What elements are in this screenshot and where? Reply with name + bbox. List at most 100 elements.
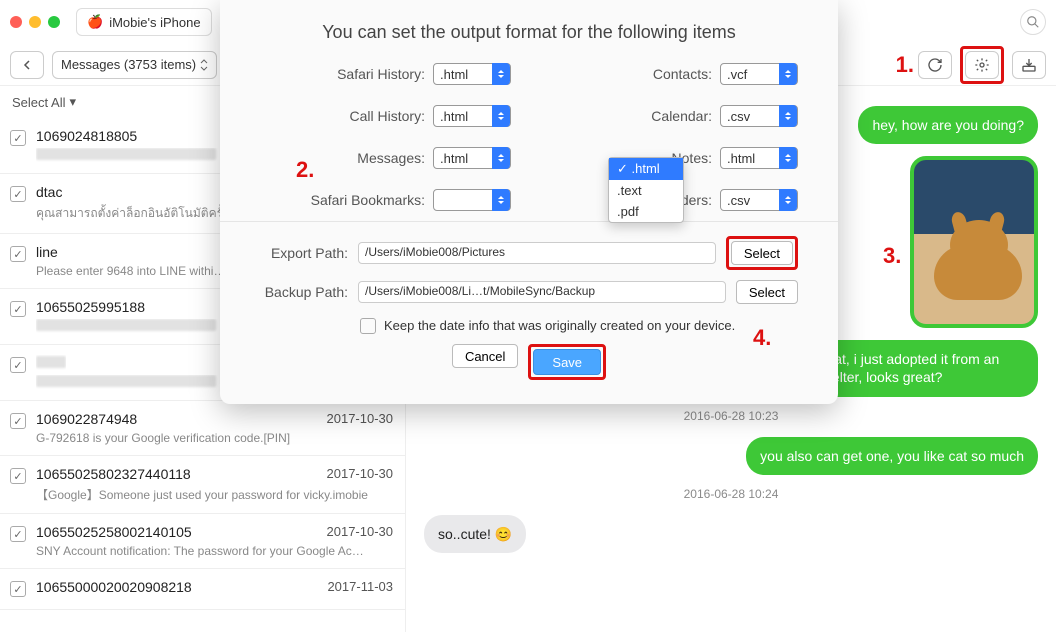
format-select[interactable]: .html (433, 63, 511, 85)
annotation-1: 1. (896, 52, 914, 78)
annotation-4: 4. (753, 325, 771, 351)
format-value: .csv (727, 109, 750, 124)
chevron-down-icon: ▾ (69, 94, 76, 110)
select-export-path-button[interactable]: Select (731, 241, 793, 265)
export-settings-dialog: You can set the output format for the fo… (220, 0, 838, 404)
keep-date-label: Keep the date info that was originally c… (384, 318, 735, 333)
row-preview: 【Google】Someone just used your password … (36, 486, 393, 503)
annotation-2: 2. (296, 157, 314, 183)
select-arrows-icon (779, 189, 797, 211)
row-checkbox[interactable]: ✓ (10, 301, 26, 317)
close-dot[interactable] (10, 16, 22, 28)
bubble-text: hey, how are you doing? (858, 106, 1038, 144)
list-item[interactable]: ✓106550252580021401052017-10-30SNY Accou… (0, 514, 405, 569)
row-date: 2017-10-30 (327, 411, 394, 427)
list-item[interactable]: ✓106550000200209082182017-11-03 (0, 569, 405, 610)
select-arrows-icon (779, 147, 797, 169)
row-checkbox[interactable]: ✓ (10, 526, 26, 542)
search-button[interactable] (1020, 9, 1046, 35)
list-item[interactable]: ✓ 1069022874948 2017-10-30 G-792618 is your… (0, 401, 405, 456)
row-checkbox[interactable]: ✓ (10, 413, 26, 429)
row-checkbox[interactable]: ✓ (10, 186, 26, 202)
minimize-dot[interactable] (29, 16, 41, 28)
row-title: 1069022874948 (36, 411, 137, 427)
keep-date-checkbox[interactable] (360, 318, 376, 334)
dialog-title: You can set the output format for the fo… (220, 0, 838, 59)
format-row: Contacts: .vcf (547, 63, 798, 85)
format-label: Messages: (357, 150, 425, 166)
format-row: Safari Bookmarks: (260, 189, 511, 211)
save-button[interactable]: Save (533, 349, 601, 375)
row-date: 2017-11-03 (327, 579, 393, 595)
paths-section: Export Path: /Users/iMobie008/Pictures S… (220, 221, 838, 386)
format-select[interactable]: .html (433, 147, 511, 169)
dropdown-option[interactable]: .text (609, 180, 683, 201)
chat-timestamp: 2016-06-28 10:24 (424, 487, 1038, 501)
row-checkbox[interactable]: ✓ (10, 581, 26, 597)
select-arrows-icon (492, 63, 510, 85)
row-date: 2017-10-30 (327, 524, 394, 540)
row-checkbox[interactable]: ✓ (10, 130, 26, 146)
toolbar-right: 1. (896, 46, 1046, 84)
format-row: Call History:.html (260, 105, 511, 127)
messages-format-dropdown[interactable]: ✓ .html .text .pdf (608, 157, 684, 223)
row-title: dtac (36, 184, 62, 200)
format-label: Safari History: (337, 66, 425, 82)
search-icon (1026, 15, 1040, 29)
export-path-row: Export Path: /Users/iMobie008/Pictures S… (260, 236, 798, 270)
format-label: Contacts: (653, 66, 712, 82)
format-select[interactable]: .html (720, 147, 798, 169)
annotation-3: 3. (883, 243, 901, 269)
bubble-text: so..cute! 😊 (424, 515, 526, 553)
row-title: 10655025802327440118 (36, 466, 191, 482)
select-backup-path-button[interactable]: Select (736, 280, 798, 304)
row-title: 10655025258002140105 (36, 524, 192, 540)
format-label: Safari Bookmarks: (311, 192, 425, 208)
traffic-lights (10, 16, 60, 28)
list-item[interactable]: ✓106550258023274401182017-10-30【Google】S… (0, 456, 405, 514)
format-row: Safari History: .html (260, 63, 511, 85)
backup-path-row: Backup Path: /Users/iMobie008/Li…t/Mobil… (260, 280, 798, 304)
export-icon (1021, 57, 1037, 73)
row-title (36, 355, 66, 371)
select-arrows-icon (492, 189, 510, 211)
category-menu[interactable]: Messages (3753 items) (52, 51, 217, 79)
row-checkbox[interactable]: ✓ (10, 246, 26, 262)
settings-button[interactable] (965, 51, 999, 79)
format-select[interactable] (433, 189, 511, 211)
export-path-field[interactable]: /Users/iMobie008/Pictures (358, 242, 716, 264)
refresh-icon (927, 57, 943, 73)
format-select[interactable]: .csv (720, 189, 798, 211)
backup-path-label: Backup Path: (260, 284, 348, 300)
row-title: 10655025995188 (36, 299, 145, 315)
message-bubble: you also can get one, you like cat so mu… (424, 437, 1038, 475)
format-value: .csv (727, 193, 750, 208)
bubble-text: you also can get one, you like cat so mu… (746, 437, 1038, 475)
backup-path-field[interactable]: /Users/iMobie008/Li…t/MobileSync/Backup (358, 281, 726, 303)
keep-date-row: Keep the date info that was originally c… (260, 314, 798, 344)
refresh-button[interactable] (918, 51, 952, 79)
cat-photo[interactable] (910, 156, 1038, 328)
category-label: Messages (3753 items) (61, 57, 196, 72)
back-button[interactable] (10, 51, 44, 79)
message-bubble: so..cute! 😊 (424, 515, 1038, 553)
export-path-label: Export Path: (260, 245, 348, 261)
device-selector[interactable]: 🍎 iMobie's iPhone (76, 8, 212, 36)
chevron-updown-icon (200, 59, 208, 71)
dropdown-option[interactable]: ✓ .html (609, 158, 683, 180)
format-value: .html (440, 151, 468, 166)
row-preview: G-792618 is your Google verification cod… (36, 431, 393, 445)
row-title: 1069024818805 (36, 128, 137, 144)
format-value: .vcf (727, 67, 747, 82)
export-button[interactable] (1012, 51, 1046, 79)
dropdown-option[interactable]: .pdf (609, 201, 683, 222)
row-checkbox[interactable]: ✓ (10, 468, 26, 484)
format-label: Calendar: (651, 108, 712, 124)
select-all-label: Select All (12, 95, 65, 110)
cancel-button[interactable]: Cancel (452, 344, 518, 368)
zoom-dot[interactable] (48, 16, 60, 28)
row-checkbox[interactable]: ✓ (10, 357, 26, 373)
format-select[interactable]: .vcf (720, 63, 798, 85)
format-select[interactable]: .html (433, 105, 511, 127)
format-select[interactable]: .csv (720, 105, 798, 127)
